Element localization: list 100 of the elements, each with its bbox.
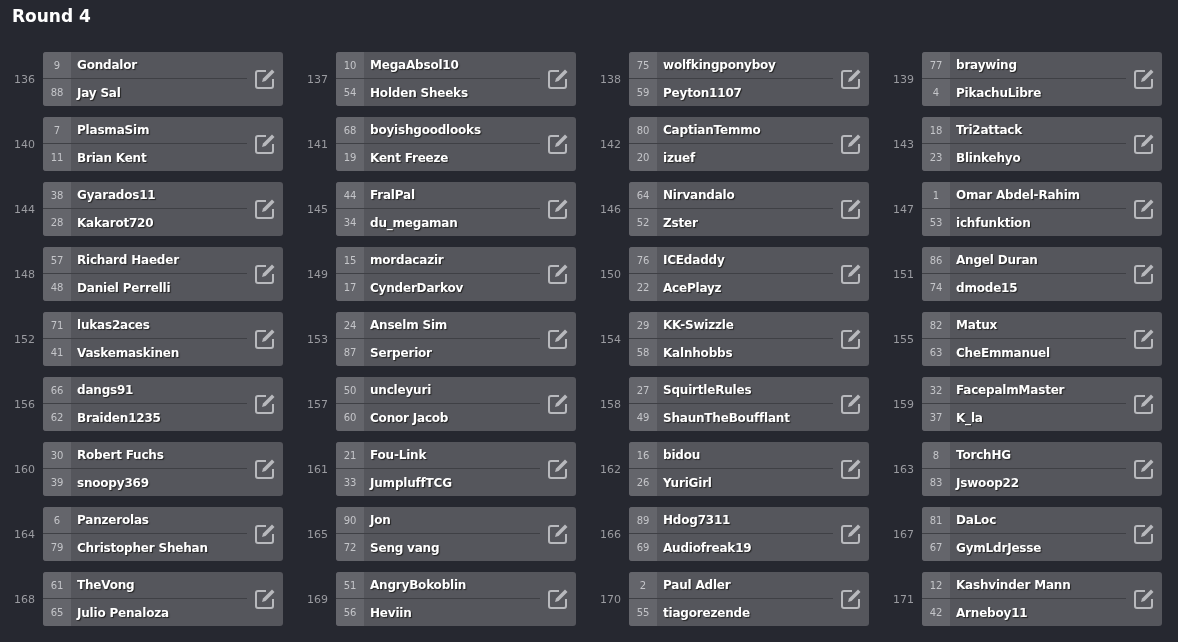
player-name: YuriGirl — [662, 475, 712, 490]
edit-icon[interactable] — [254, 263, 276, 285]
match-card[interactable]: 57 Richard Haeder 48 Daniel Perrelli — [43, 247, 283, 301]
match-card[interactable]: 10 MegaAbsol10 54 Holden Sheeks — [336, 52, 576, 106]
match-card[interactable]: 61 TheVong 65 Julio Penaloza — [43, 572, 283, 626]
edit-icon[interactable] — [547, 588, 569, 610]
edit-icon[interactable] — [547, 263, 569, 285]
match-card[interactable]: 89 Hdog7311 69 Audiofreak19 — [629, 507, 869, 561]
seed-number: 33 — [336, 469, 364, 496]
match-number: 160 — [13, 462, 36, 476]
match-card[interactable]: 86 Angel Duran 74 dmode15 — [922, 247, 1162, 301]
player-name: Anselm Sim — [369, 318, 448, 332]
seed-number: 62 — [43, 404, 71, 431]
seed-number: 29 — [629, 312, 657, 338]
edit-icon[interactable] — [840, 263, 862, 285]
match-number: 148 — [13, 267, 36, 281]
match-card[interactable]: 27 SquirtleRules 49 ShaunTheBoufflant — [629, 377, 869, 431]
match-number: 146 — [599, 202, 622, 216]
match-number: 153 — [306, 332, 329, 346]
edit-icon[interactable] — [547, 523, 569, 545]
edit-icon[interactable] — [254, 133, 276, 155]
match-card[interactable]: 80 CaptianTemmo 20 izuef — [629, 117, 869, 171]
match-card[interactable]: 6 Panzerolas 79 Christopher Shehan — [43, 507, 283, 561]
match-card[interactable]: 15 mordacazir 17 CynderDarkov — [336, 247, 576, 301]
seed-number: 58 — [629, 339, 657, 366]
match-card[interactable]: 82 Matux 63 CheEmmanuel — [922, 312, 1162, 366]
player-name: CheEmmanuel — [955, 345, 1050, 360]
match-card[interactable]: 76 ICEdaddy 22 AcePlayz — [629, 247, 869, 301]
edit-icon[interactable] — [254, 328, 276, 350]
match-card[interactable]: 16 bidou 26 YuriGirl — [629, 442, 869, 496]
edit-icon[interactable] — [1133, 198, 1155, 220]
match-card[interactable]: 71 lukas2aces 41 Vaskemaskinen — [43, 312, 283, 366]
edit-icon[interactable] — [547, 133, 569, 155]
match-card[interactable]: 7 PlasmaSim 11 Brian Kent — [43, 117, 283, 171]
edit-icon[interactable] — [840, 458, 862, 480]
edit-icon[interactable] — [840, 133, 862, 155]
match-card[interactable]: 21 Fou-Link 33 JumpluffTCG — [336, 442, 576, 496]
match-card[interactable]: 30 Robert Fuchs 39 snoopy369 — [43, 442, 283, 496]
edit-icon[interactable] — [1133, 328, 1155, 350]
match-card[interactable]: 81 DaLoc 67 GymLdrJesse — [922, 507, 1162, 561]
player-name: Blinkehyo — [955, 150, 1021, 165]
edit-icon[interactable] — [547, 393, 569, 415]
edit-icon[interactable] — [840, 198, 862, 220]
edit-icon[interactable] — [1133, 588, 1155, 610]
match-card[interactable]: 66 dangs91 62 Braiden1235 — [43, 377, 283, 431]
edit-icon[interactable] — [547, 458, 569, 480]
edit-icon[interactable] — [1133, 458, 1155, 480]
edit-icon[interactable] — [254, 523, 276, 545]
match-card[interactable]: 90 Jon 72 Seng vang — [336, 507, 576, 561]
player-name: CynderDarkov — [369, 280, 464, 295]
match-card[interactable]: 68 boyishgoodlooks 19 Kent Freeze — [336, 117, 576, 171]
match-card[interactable]: 8 TorchHG 83 Jswoop22 — [922, 442, 1162, 496]
edit-icon[interactable] — [840, 588, 862, 610]
match-card[interactable]: 32 FacepalmMaster 37 K_la — [922, 377, 1162, 431]
edit-icon[interactable] — [254, 393, 276, 415]
seed-number: 22 — [629, 274, 657, 301]
match-card[interactable]: 1 Omar Abdel-Rahim 53 ichfunktion — [922, 182, 1162, 236]
seed-number: 77 — [922, 52, 950, 78]
player-name: Tri2attack — [955, 123, 1022, 137]
edit-icon[interactable] — [254, 68, 276, 90]
player-name: TheVong — [76, 578, 135, 592]
match-card[interactable]: 18 Tri2attack 23 Blinkehyo — [922, 117, 1162, 171]
edit-icon[interactable] — [1133, 523, 1155, 545]
match-card[interactable]: 50 uncleyuri 60 Conor Jacob — [336, 377, 576, 431]
player-name: Robert Fuchs — [76, 448, 164, 462]
seed-number: 21 — [336, 442, 364, 468]
match-card[interactable]: 64 Nirvandalo 52 Zster — [629, 182, 869, 236]
player-name: GymLdrJesse — [955, 540, 1042, 555]
match-card[interactable]: 44 FralPal 34 du_megaman — [336, 182, 576, 236]
match-number: 167 — [892, 527, 915, 541]
edit-icon[interactable] — [1133, 263, 1155, 285]
edit-icon[interactable] — [547, 328, 569, 350]
edit-icon[interactable] — [254, 588, 276, 610]
seed-number: 42 — [922, 599, 950, 626]
match-card[interactable]: 75 wolfkingponyboy 59 Peyton1107 — [629, 52, 869, 106]
edit-icon[interactable] — [840, 68, 862, 90]
edit-icon[interactable] — [254, 198, 276, 220]
seed-number: 83 — [922, 469, 950, 496]
edit-icon[interactable] — [1133, 393, 1155, 415]
edit-icon[interactable] — [1133, 68, 1155, 90]
edit-icon[interactable] — [840, 523, 862, 545]
match-card[interactable]: 38 Gyarados11 28 Kakarot720 — [43, 182, 283, 236]
edit-icon[interactable] — [547, 68, 569, 90]
match-card[interactable]: 77 braywing 4 PikachuLibre — [922, 52, 1162, 106]
edit-icon[interactable] — [840, 393, 862, 415]
seed-number: 82 — [922, 312, 950, 338]
edit-icon[interactable] — [840, 328, 862, 350]
edit-icon[interactable] — [1133, 133, 1155, 155]
seed-number: 19 — [336, 144, 364, 171]
match-card[interactable]: 24 Anselm Sim 87 Serperior — [336, 312, 576, 366]
match-card[interactable]: 9 Gondalor 88 Jay Sal — [43, 52, 283, 106]
edit-icon[interactable] — [547, 198, 569, 220]
player-name: DaLoc — [955, 513, 997, 527]
match-card[interactable]: 29 KK-Swizzle 58 Kalnhobbs — [629, 312, 869, 366]
match-card[interactable]: 51 AngryBokoblin 56 Heviin — [336, 572, 576, 626]
edit-icon[interactable] — [254, 458, 276, 480]
match-number: 142 — [599, 137, 622, 151]
match-card[interactable]: 2 Paul Adler 55 tiagorezende — [629, 572, 869, 626]
match-card[interactable]: 12 Kashvinder Mann 42 Arneboy11 — [922, 572, 1162, 626]
match-number: 138 — [599, 72, 622, 86]
